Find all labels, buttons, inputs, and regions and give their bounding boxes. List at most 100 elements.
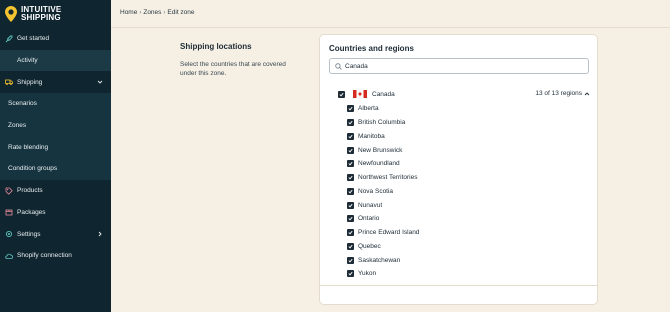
sidebar-item-label: Rate blending [8,143,49,151]
breadcrumb-zones[interactable]: Zones [143,9,161,16]
region-label: British Columbia [358,119,406,127]
region-label: New Brunswick [358,146,403,154]
checkmark-icon [348,107,353,111]
checkmark-icon [348,203,353,208]
brand-line-2: SHIPPING [21,13,61,22]
sidebar-item-label: Scenarios [8,100,37,108]
search-box[interactable] [329,58,589,74]
sidebar-item-label: Condition groups [8,165,58,173]
region-item[interactable]: Ontario [347,212,419,226]
regions-toggle[interactable]: 13 of 13 regions [535,90,590,97]
header-divider [111,27,670,28]
activity-icon [5,57,13,65]
checkmark-icon [348,258,353,263]
region-item[interactable]: Alberta [347,102,419,116]
country-checkbox[interactable] [338,90,345,98]
brand-name: INTUITIVE SHIPPING [21,6,61,22]
region-item[interactable]: Quebec [347,240,419,254]
cloud-icon [5,252,13,260]
region-checkbox[interactable] [347,119,354,127]
checkmark-icon [348,231,353,235]
country-name: Canada [372,90,395,98]
region-checkbox[interactable] [347,146,354,154]
checkmark-icon [339,92,344,96]
chevron-right-icon: › [139,9,142,16]
region-label: Newfoundland [358,160,400,168]
location-pin-icon [5,6,17,22]
region-checkbox[interactable] [347,270,354,278]
region-item[interactable]: Saskatchewan [347,253,419,267]
section-title: Shipping locations [180,42,252,51]
region-item[interactable]: Manitoba [347,130,419,144]
region-label: Ontario [358,215,380,223]
checkmark-icon [348,134,353,139]
breadcrumb: Home › Zones › Edit zone [120,9,195,16]
sidebar-item-label: Shopify connection [17,252,72,260]
sidebar-item-settings[interactable]: Settings [0,223,111,245]
region-item[interactable]: Northwest Territories [347,171,419,185]
region-item[interactable]: New Brunswick [347,143,419,157]
region-item[interactable]: Newfoundland [347,157,419,171]
region-label: Yukon [358,270,377,278]
region-label: Nova Scotia [358,187,394,195]
sidebar-item-get-started[interactable]: Get started [0,28,111,50]
tag-icon [5,187,13,195]
rocket-icon [5,35,13,43]
region-checkbox[interactable] [347,160,354,168]
search-icon [335,62,342,70]
checkmark-icon [348,162,353,166]
region-label: Saskatchewan [358,256,401,264]
region-item[interactable]: Nunavut [347,198,419,212]
region-checkbox[interactable] [347,256,354,264]
regions-summary: 13 of 13 regions [535,90,582,97]
sidebar-item-shopify-connection[interactable]: Shopify connection [0,245,111,267]
chevron-down-icon[interactable] [97,79,103,85]
sidebar-item-products[interactable]: Products [0,180,111,202]
region-checkbox[interactable] [347,105,354,113]
region-item[interactable]: Prince Edward Island [347,226,419,240]
sidebar-item-zones[interactable]: Zones [0,114,111,137]
region-label: Prince Edward Island [358,229,420,237]
region-checkbox[interactable] [347,229,354,237]
sidebar-item-label: Shipping [17,78,43,86]
checkmark-icon [348,148,353,153]
region-checkbox[interactable] [347,132,354,140]
region-item[interactable]: Yukon [347,267,419,281]
chevron-right-icon: › [163,9,166,16]
chevron-up-icon [584,91,590,95]
region-label: Manitoba [358,132,385,140]
checkmark-icon [348,244,353,249]
sidebar-item-label: Products [17,187,43,195]
region-label: Northwest Territories [358,174,418,182]
sidebar-item-scenarios[interactable]: Scenarios [0,93,111,115]
region-item[interactable]: Nova Scotia [347,185,419,199]
region-item[interactable]: British Columbia [347,116,419,130]
country-row-canada[interactable]: Canada 13 of 13 regions [338,89,590,99]
checkmark-icon [348,189,353,194]
breadcrumb-home[interactable]: Home [120,9,137,16]
sidebar-item-packages[interactable]: Packages [0,202,111,224]
checkmark-icon [348,121,353,125]
sidebar: INTUITIVE SHIPPING Get started Activity … [0,0,111,312]
sidebar-item-condition-groups[interactable]: Condition groups [0,158,111,180]
section-description: Select the countries that are covered un… [180,61,286,77]
region-checkbox[interactable] [347,242,354,250]
region-checkbox[interactable] [347,187,354,195]
checkmark-icon [348,272,353,276]
sidebar-item-label: Activity [17,57,38,65]
region-checkbox[interactable] [347,201,354,209]
sidebar-item-rate-blending[interactable]: Rate blending [0,136,111,159]
sidebar-item-activity[interactable]: Activity [0,49,111,72]
truck-icon [5,78,13,86]
sidebar-item-label: Zones [8,122,27,130]
canada-flag-icon [353,90,367,98]
region-checkbox[interactable] [347,174,354,182]
sidebar-item-label: Get started [17,35,50,43]
region-checkbox[interactable] [347,215,354,223]
chevron-right-icon[interactable] [97,231,103,237]
checkmark-icon [348,176,353,180]
brand-logo[interactable]: INTUITIVE SHIPPING [0,0,111,28]
search-input[interactable] [345,62,575,70]
sidebar-item-shipping[interactable]: Shipping [0,71,111,93]
regions-list: Alberta British Columbia Manitoba New Bruns… [347,102,419,281]
